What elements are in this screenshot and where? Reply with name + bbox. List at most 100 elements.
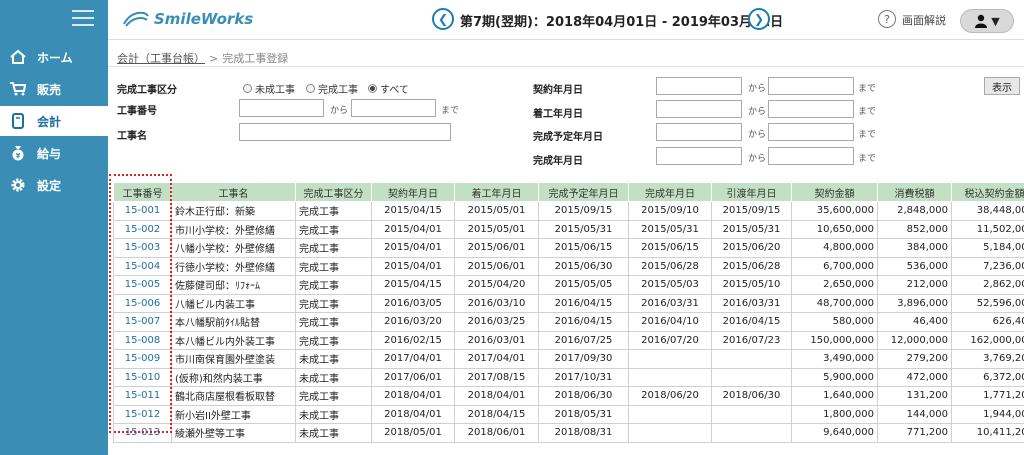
project-number-link[interactable]: 15-003 [113, 238, 172, 258]
completion-date-to-input[interactable] [768, 147, 854, 165]
table-cell: 完成工事 [295, 386, 372, 406]
table-cell: 6,372,000 [951, 367, 1024, 387]
table-cell: 46,400 [877, 312, 952, 332]
sidebar-item-label: 販売 [37, 82, 62, 97]
table-body: 15-001 鈴木正行邸：新築 完成工事 2015/04/15 2015/05/01 20… [113, 201, 1024, 443]
breadcrumb-link[interactable]: 会計（工事台帳） [117, 52, 205, 65]
column-header[interactable]: 完成予定年月日 [538, 182, 629, 202]
project-number-link[interactable]: 15-002 [113, 219, 172, 239]
project-name-input[interactable] [239, 123, 451, 141]
table-cell: 未成工事 [295, 367, 372, 387]
project-number-from-input[interactable] [239, 99, 324, 117]
column-header[interactable]: 完成工事区分 [295, 182, 372, 202]
project-number-link[interactable]: 15-007 [113, 312, 172, 332]
table-cell: 2015/06/30 [538, 256, 629, 276]
table-row[interactable]: 15-008 本八幡ビル内外装工事 完成工事 2016/02/15 2016/03/01… [113, 330, 1024, 350]
column-header[interactable]: 工事名 [171, 182, 296, 202]
column-header[interactable]: 引渡年月日 [711, 182, 792, 202]
table-row[interactable]: 15-004 行徳小学校：外壁修繕 完成工事 2015/04/01 2015/06/01… [113, 256, 1024, 276]
table-row[interactable]: 15-012 新小岩II外壁工事 未成工事 2018/04/01 2018/04/15 2… [113, 404, 1024, 424]
table-cell: 完成工事 [295, 201, 372, 221]
table-cell: 2015/05/05 [538, 275, 629, 295]
planned-completion-from-input[interactable] [656, 123, 742, 141]
column-header[interactable]: 税込契約金額 [951, 182, 1024, 202]
table-cell: 2016/03/31 [711, 293, 792, 313]
table-row[interactable]: 15-007 本八幡駅前ﾀｲﾙ貼替 完成工事 2016/03/20 2016/03/25… [113, 312, 1024, 332]
table-cell: 2015/04/20 [454, 275, 539, 295]
project-number-link[interactable]: 15-006 [113, 293, 172, 313]
radio-incomplete[interactable]: 未成工事 [243, 81, 295, 96]
project-number-link[interactable]: 15-009 [113, 349, 172, 369]
table-cell: 完成工事 [295, 256, 372, 276]
table-row[interactable]: 15-005 佐藤健司邸：ﾘﾌｫｰﾑ 完成工事 2015/04/15 2015/04/2… [113, 275, 1024, 295]
sidebar-item-home[interactable]: ホーム [0, 42, 108, 72]
project-number-link[interactable]: 15-004 [113, 256, 172, 276]
project-number-link[interactable]: 15-011 [113, 386, 172, 406]
next-period-button[interactable]: ❯ [748, 8, 770, 30]
sidebar-item-label: 設定 [37, 178, 62, 193]
table-row[interactable]: 15-010 (仮称)和然内装工事 未成工事 2017/06/01 2017/08/15… [113, 367, 1024, 387]
column-header[interactable]: 工事番号 [113, 182, 172, 202]
column-header[interactable]: 完成年月日 [628, 182, 712, 202]
table-cell: 2016/03/10 [454, 293, 539, 313]
table-cell: 2015/05/31 [538, 219, 629, 239]
table-cell: 2015/06/28 [711, 256, 792, 276]
table-cell [711, 423, 792, 443]
project-table: 工事番号 工事名 完成工事区分 契約年月日 着工年月日 完成予定年月日 完成年月日 引渡年月日… [113, 182, 1024, 443]
table-row[interactable]: 15-003 八幡小学校：外壁修繕 完成工事 2015/04/01 2015/06/01… [113, 238, 1024, 258]
project-number-to-input[interactable] [351, 99, 436, 117]
table-row[interactable]: 15-001 鈴木正行邸：新築 完成工事 2015/04/15 2015/05/01 20… [113, 201, 1024, 221]
column-header[interactable]: 着工年月日 [454, 182, 539, 202]
table-cell: 2015/06/15 [538, 238, 629, 258]
sidebar-item-payroll[interactable]: ¥ 給与 [0, 138, 108, 168]
project-number-link[interactable]: 15-013 [113, 423, 172, 443]
planned-completion-to-input[interactable] [768, 123, 854, 141]
project-number-link[interactable]: 15-010 [113, 367, 172, 387]
hamburger-menu-icon[interactable] [72, 10, 94, 26]
table-row[interactable]: 15-006 八幡ビル内装工事 完成工事 2016/03/05 2016/03/10 20… [113, 293, 1024, 313]
column-header[interactable]: 契約金額 [791, 182, 878, 202]
column-header[interactable]: 消費税額 [877, 182, 952, 202]
project-number-link[interactable]: 15-012 [113, 404, 172, 424]
radio-complete[interactable]: 完成工事 [306, 81, 358, 96]
table-cell: 2016/03/01 [454, 330, 539, 350]
radio-all[interactable]: すべて [368, 81, 409, 96]
table-cell: 2016/04/15 [538, 312, 629, 332]
user-icon [975, 14, 988, 28]
table-cell: 38,448,000 [951, 201, 1024, 221]
sidebar-item-sales[interactable]: 販売 [0, 74, 108, 104]
help-link[interactable]: 画面解説 [902, 12, 946, 28]
table-cell: 10,650,000 [791, 219, 878, 239]
sidebar-item-accounting[interactable]: 会計 [0, 106, 108, 136]
home-icon [10, 49, 26, 64]
contract-date-from-input[interactable] [656, 77, 742, 95]
help-icon[interactable]: ? [878, 10, 896, 28]
table-row[interactable]: 15-011 鶴北商店屋根看板取替 完成工事 2018/04/01 2018/04/01… [113, 386, 1024, 406]
project-number-link[interactable]: 15-001 [113, 201, 172, 221]
completion-date-from-input[interactable] [656, 147, 742, 165]
status-label: 完成工事区分 [117, 85, 177, 96]
user-menu-button[interactable]: ▼ [960, 9, 1014, 33]
contract-date-to-input[interactable] [768, 77, 854, 95]
to-label: まで [858, 84, 877, 94]
table-cell: 完成工事 [295, 238, 372, 258]
table-row[interactable]: 15-013 綾瀬外壁等工事 未成工事 2018/05/01 2018/06/01 201… [113, 423, 1024, 443]
previous-period-button[interactable]: ❮ [432, 8, 454, 30]
show-button[interactable]: 表示 [984, 77, 1020, 95]
top-bar: SmileWorks ❮ 第7期(翌期)：2018年04月01日 - 2019年… [108, 0, 1024, 40]
column-header[interactable]: 契約年月日 [371, 182, 455, 202]
table-cell: 2016/07/20 [628, 330, 712, 350]
start-date-from-input[interactable] [656, 100, 742, 118]
from-label: から [748, 107, 767, 117]
table-row[interactable]: 15-002 市川小学校：外壁修繕 完成工事 2015/04/01 2015/05/01… [113, 219, 1024, 239]
sidebar-item-settings[interactable]: 設定 [0, 170, 108, 200]
table-cell: 2015/09/10 [628, 201, 712, 221]
table-cell: 2015/06/28 [628, 256, 712, 276]
project-number-link[interactable]: 15-008 [113, 330, 172, 350]
table-row[interactable]: 15-009 市川南保育園外壁塗装 未成工事 2017/04/01 2017/04/01… [113, 349, 1024, 369]
smileworks-logo[interactable]: SmileWorks [122, 10, 253, 28]
start-date-to-input[interactable] [768, 100, 854, 118]
table-cell: 完成工事 [295, 312, 372, 332]
project-number-link[interactable]: 15-005 [113, 275, 172, 295]
table-cell: 144,000 [877, 404, 952, 424]
